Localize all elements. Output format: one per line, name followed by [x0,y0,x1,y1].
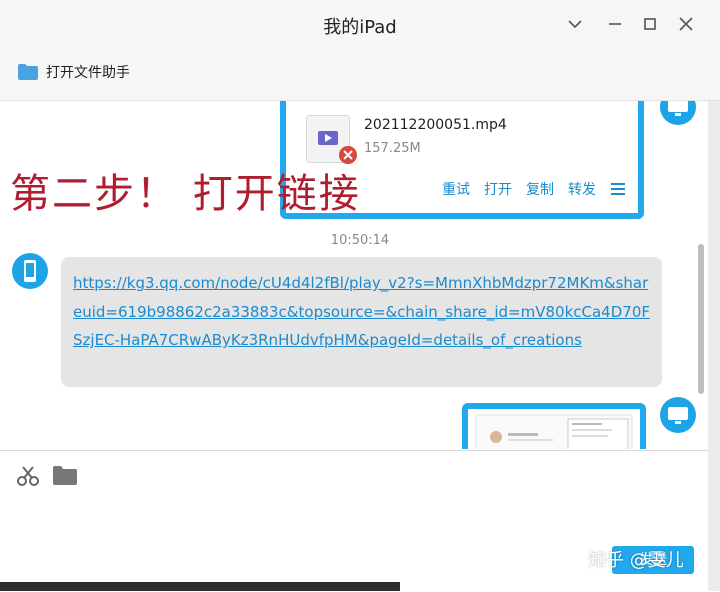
background-window-edge [0,582,400,591]
title-bar: 我的iPad [0,0,720,48]
ipad-avatar-icon [660,397,696,433]
link-message-bubble: https://kg3.qq.com/node/cU4d4l2fBl/play_… [61,257,662,387]
open-file-assistant-label: 打开文件助手 [46,65,130,81]
open-file-assistant-button[interactable]: 打开文件助手 [18,62,130,82]
file-name: 202112200051.mp4 [364,117,507,133]
chat-scrollbar-thumb[interactable] [698,244,704,394]
phone-avatar-icon [12,253,48,289]
background-window-edge [708,101,720,591]
ipad-avatar-icon [660,101,696,125]
copy-button[interactable]: 复制 [526,179,554,199]
chevron-down-icon[interactable] [563,12,587,36]
toolbar: 打开文件助手 [0,48,720,101]
file-actions: 重试 打开 复制 转发 [442,179,626,199]
forward-button[interactable]: 转发 [568,179,596,199]
close-icon[interactable] [674,12,698,36]
retry-button[interactable]: 重试 [442,179,470,199]
minimize-icon[interactable] [603,12,627,36]
file-size: 157.25M [364,141,421,156]
watermark: 知乎 @雯儿 [588,550,684,571]
maximize-icon[interactable] [638,12,662,36]
folder-icon[interactable] [53,465,77,485]
scissors-icon[interactable] [16,465,40,487]
message-timestamp: 10:50:14 [330,233,390,248]
share-link[interactable]: https://kg3.qq.com/node/cU4d4l2fBl/play_… [73,274,650,349]
chat-area[interactable]: 202112200051.mp4 157.25M 重试 打开 复制 转发 第二步… [0,101,720,449]
screenshot-thumbnail-icon [475,414,633,449]
screenshot-message[interactable] [462,403,646,449]
more-menu-icon[interactable] [610,182,626,196]
step-annotation: 第二步！ 打开链接 [10,171,361,217]
folder-icon [18,64,38,80]
open-button[interactable]: 打开 [484,179,512,199]
